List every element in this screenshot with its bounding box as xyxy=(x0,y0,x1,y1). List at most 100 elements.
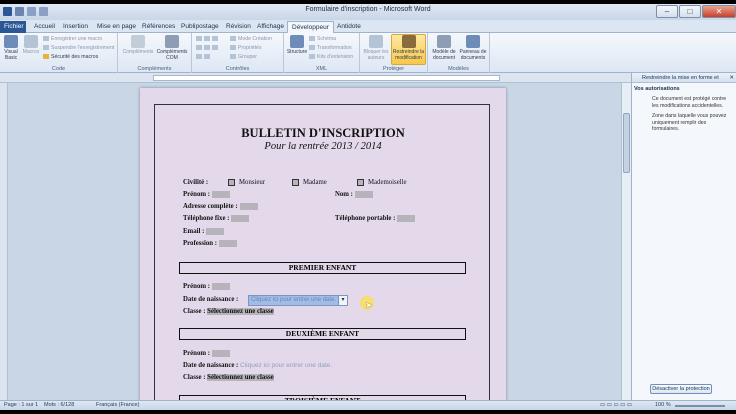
stop-protection-button[interactable]: Désactiver la protection xyxy=(650,384,712,394)
control-row-2[interactable] xyxy=(196,45,220,52)
scrollbar-thumb[interactable] xyxy=(623,113,630,173)
document-page[interactable]: BULLETIN D'INSCRIPTION Pour la rentrée 2… xyxy=(140,88,506,410)
properties-button[interactable]: Propriétés xyxy=(230,45,262,52)
tab-publipostage[interactable]: Publipostage xyxy=(177,21,223,33)
parent-prenom-field[interactable] xyxy=(212,191,230,198)
control-row-1[interactable] xyxy=(196,36,220,43)
tab-fichier[interactable]: Fichier xyxy=(0,21,26,33)
record-macro-button[interactable]: Enregistrer une macro xyxy=(43,36,102,43)
schema-button[interactable]: Schéma xyxy=(309,36,336,43)
civility-label: Civilité : xyxy=(183,179,209,186)
child1-birth-label: Date de naissance : xyxy=(183,296,239,303)
child2-class-select[interactable]: Sélectionnez une classe xyxy=(207,374,274,381)
pause-recording-button[interactable]: Suspendre l'enregistrement xyxy=(43,45,114,52)
pane-close-icon[interactable]: ✕ xyxy=(729,73,734,83)
child1-date-placeholder[interactable]: Cliquez ici pour entrer une date. xyxy=(249,296,339,305)
minimize-button[interactable]: – xyxy=(656,5,678,18)
phone-row: Téléphone fixe : xyxy=(183,215,250,222)
macro-security-button[interactable]: Sécurité des macros xyxy=(43,54,98,61)
macros-label: Macros xyxy=(22,49,40,55)
child2-class-label: Classe : xyxy=(183,374,206,381)
zoom-slider[interactable] xyxy=(675,405,725,407)
visual-basic-label: Visual Basic xyxy=(4,49,18,61)
child1-class-select[interactable]: Sélectionnez une classe xyxy=(207,308,274,315)
control-row-3[interactable] xyxy=(196,54,212,61)
phone-field[interactable] xyxy=(231,215,250,222)
protected-message: Ce document est protégé contre les modif… xyxy=(652,96,727,109)
restrict-editing-button[interactable]: Restreindre la modification xyxy=(391,34,426,65)
title-bar: Formulaire d'inscription - Microsoft Wor… xyxy=(0,4,736,20)
vertical-scrollbar[interactable] xyxy=(621,83,631,400)
complements-button[interactable]: Compléments xyxy=(122,35,154,55)
forms-only-message: Zone dans laquelle vous pouvez uniquemen… xyxy=(652,113,727,132)
child1-date-picker[interactable]: Cliquez ici pour entrer une date. ▾ xyxy=(248,295,349,306)
child2-date-placeholder[interactable]: Cliquez ici pour entrer une date. xyxy=(240,362,332,369)
warning-icon xyxy=(43,54,49,60)
parent-prenom-label: Prénom : xyxy=(183,191,210,199)
checkbox-mademoiselle[interactable] xyxy=(357,179,364,186)
block-authors-button[interactable]: Bloquer les auteurs xyxy=(362,35,390,61)
pane-header: Restreindre la mise en forme et ✕ xyxy=(632,73,736,83)
child2-prenom-field[interactable] xyxy=(212,350,230,357)
group-xml: Structure Schéma Transformation Kits d'e… xyxy=(284,33,360,73)
tab-insertion[interactable]: Insertion xyxy=(59,21,92,33)
document-title: BULLETIN D'INSCRIPTION xyxy=(241,126,405,140)
address-field[interactable] xyxy=(239,203,258,210)
transformation-button[interactable]: Transformation xyxy=(309,45,352,52)
pane-title: Restreindre la mise en forme et xyxy=(642,75,719,81)
child2-birth-label: Date de naissance : xyxy=(183,362,239,369)
maximize-button[interactable]: □ xyxy=(679,5,701,18)
com-complements-icon xyxy=(165,35,179,48)
visual-basic-button[interactable]: Visual Basic xyxy=(2,35,20,61)
legacy-tools-icon xyxy=(204,54,210,60)
tab-mise-en-page[interactable]: Mise en page xyxy=(93,21,140,33)
structure-button[interactable]: Structure xyxy=(286,35,308,55)
tab-antidote[interactable]: Antidote xyxy=(333,21,365,33)
tab-affichage[interactable]: Affichage xyxy=(253,21,288,33)
tab-revision[interactable]: Révision xyxy=(222,21,255,33)
close-button[interactable]: ✕ xyxy=(702,5,736,18)
macros-button[interactable]: Macros xyxy=(22,35,40,55)
option-madame[interactable]: Madame xyxy=(292,179,327,186)
email-field[interactable] xyxy=(206,228,225,235)
status-bar: Page : 1 sur 1 Mots : 6/128 Français (Fr… xyxy=(0,400,736,410)
parent-nom-field[interactable] xyxy=(354,191,373,198)
date-control-icon xyxy=(212,45,218,51)
mobile-label: Téléphone portable : xyxy=(335,215,396,223)
macros-icon xyxy=(24,35,38,48)
parent-nom-label: Nom : xyxy=(335,191,353,199)
document-panel-button[interactable]: Panneau de documents xyxy=(459,35,487,61)
properties-label: Propriétés xyxy=(238,45,262,51)
checkbox-madame[interactable] xyxy=(292,179,299,186)
section-first-child: PREMIER ENFANT xyxy=(179,262,466,274)
parent-nom-row: Nom : xyxy=(335,191,373,198)
status-language[interactable]: Français (France) xyxy=(96,401,139,410)
option-monsieur[interactable]: Monsieur xyxy=(228,179,265,186)
view-buttons[interactable]: ▭ ▭ ▭ ▭ ▭ xyxy=(600,401,632,410)
tab-accueil[interactable]: Accueil xyxy=(30,21,59,33)
ribbon: Visual Basic Macros Enregistrer une macr… xyxy=(0,33,736,73)
dropdown-arrow-icon[interactable]: ▾ xyxy=(338,296,348,305)
checkbox-monsieur[interactable] xyxy=(228,179,235,186)
document-template-button[interactable]: Modèle de document xyxy=(430,35,458,61)
design-mode-button[interactable]: Mode Création xyxy=(230,36,272,43)
group-button[interactable]: Grouper xyxy=(230,54,257,61)
tab-references[interactable]: Références xyxy=(138,21,179,33)
status-words[interactable]: Mots : 6/128 xyxy=(44,401,74,410)
profession-field[interactable] xyxy=(219,240,238,247)
group-xml-label: XML xyxy=(315,66,328,72)
zoom-level[interactable]: 100 % xyxy=(655,401,671,410)
option-mademoiselle[interactable]: Mademoiselle xyxy=(357,179,407,186)
kits-button[interactable]: Kits d'extension xyxy=(309,54,353,61)
group-controles: Mode Création Propriétés Grouper Contrôl… xyxy=(192,33,284,73)
vertical-ruler[interactable] xyxy=(0,83,8,400)
child1-prenom-field[interactable] xyxy=(212,283,230,290)
horizontal-ruler[interactable] xyxy=(0,73,631,83)
tab-developpeur[interactable]: Développeur xyxy=(287,21,334,33)
complements-icon xyxy=(131,35,145,48)
status-page[interactable]: Page : 1 sur 1 xyxy=(4,401,38,410)
option-monsieur-label: Monsieur xyxy=(239,179,266,187)
com-complements-button[interactable]: Compléments COM xyxy=(156,35,188,61)
mobile-field[interactable] xyxy=(397,215,416,222)
child2-prenom-label: Prénom : xyxy=(183,350,210,358)
